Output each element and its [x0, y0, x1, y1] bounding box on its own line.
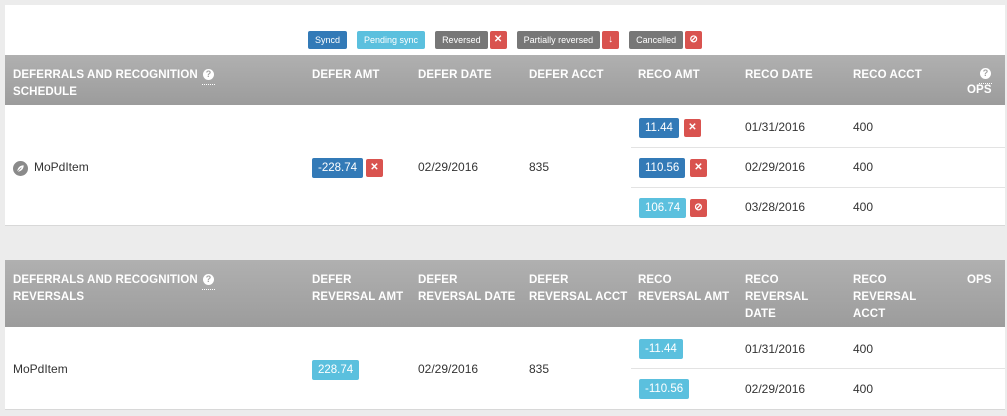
schedule-title: DEFERRALS AND RECOGNITION SCHEDULE [13, 69, 198, 98]
reversals-item-name: MoPdItem [13, 362, 68, 376]
defer-acct: 835 [529, 160, 550, 174]
legend-synced-label: Syncd [308, 31, 348, 49]
reversals-title: DEFERRALS AND RECOGNITION REVERSALS [13, 274, 198, 303]
legend-synced: Syncd [308, 31, 348, 49]
header-ops: OPS [967, 274, 992, 286]
header-defer-reversal-date: DEFER REVERSAL DATE [418, 274, 516, 303]
row-divider [631, 368, 1005, 369]
header-reco-amt: RECO AMT [638, 69, 700, 81]
header-defer-acct: DEFER ACCT [529, 69, 604, 81]
leaf-icon [13, 161, 28, 176]
defer-reversal-date: 02/29/2016 [418, 362, 479, 376]
defer-reversal-amt-badge: 228.74 [312, 360, 360, 380]
defer-date: 02/29/2016 [418, 160, 479, 174]
schedule-header-row: DEFERRALS AND RECOGNITION SCHEDULE ? DEF… [5, 55, 1005, 105]
reco-reversal-amt-badge: -110.56 [639, 379, 690, 399]
down-arrow-icon: ↓ [602, 31, 620, 49]
header-defer-amt: DEFER AMT [312, 69, 380, 81]
legend-reversed: Reversed ✕ [435, 31, 507, 49]
header-defer-date: DEFER DATE [418, 69, 492, 81]
reversals-title-header: DEFERRALS AND RECOGNITION REVERSALS [13, 272, 233, 306]
row-divider [631, 187, 1005, 188]
help-icon[interactable]: ? [202, 274, 215, 290]
reco-reversal-date: 01/31/2016 [745, 342, 806, 356]
schedule-table: DEFERRALS AND RECOGNITION SCHEDULE ? DEF… [5, 55, 1005, 226]
legend-reversed-label: Reversed [435, 31, 488, 49]
header-reco-reversal-amt: RECO REVERSAL AMT [638, 274, 730, 303]
header-defer-reversal-amt: DEFER REVERSAL AMT [312, 274, 404, 303]
reco-amt-badge: 106.74 [639, 198, 687, 218]
header-defer-reversal-acct: DEFER REVERSAL ACCT [529, 274, 628, 303]
header-reco-acct: RECO ACCT [853, 69, 922, 81]
reco-amt-badge: 11.44 [639, 118, 679, 138]
legend-pending: Pending sync [357, 31, 426, 49]
reco-acct: 400 [853, 200, 874, 214]
reco-date: 03/28/2016 [745, 200, 806, 214]
header-reco-reversal-date: RECO REVERSAL DATE [745, 274, 809, 320]
schedule-title-header: DEFERRALS AND RECOGNITION SCHEDULE [13, 67, 233, 101]
defer-amt-badge: -228.74 [312, 158, 364, 178]
ops-help-icon[interactable]: ? [979, 68, 992, 84]
x-icon[interactable]: ✕ [690, 159, 707, 177]
reco-date: 02/29/2016 [745, 160, 806, 174]
help-icon[interactable]: ? [202, 69, 215, 85]
ban-icon[interactable]: ⊘ [690, 199, 707, 217]
page: Syncd Pending sync Reversed ✕ Partially … [0, 0, 1007, 416]
reversals-header-row: DEFERRALS AND RECOGNITION REVERSALS ? DE… [5, 260, 1005, 327]
header-ops: OPS [967, 84, 992, 96]
reco-reversal-date: 02/29/2016 [745, 382, 806, 396]
reco-amt-badge: 110.56 [639, 158, 686, 178]
reco-date: 01/31/2016 [745, 120, 806, 134]
reversals-table: DEFERRALS AND RECOGNITION REVERSALS ? DE… [5, 260, 1005, 410]
legend-partially-reversed-label: Partially reversed [516, 31, 601, 49]
reco-reversal-acct: 400 [853, 342, 874, 356]
reco-reversal-acct: 400 [853, 382, 874, 396]
status-legend: Syncd Pending sync Reversed ✕ Partially … [5, 5, 1005, 55]
legend-partially-reversed: Partially reversed ↓ [516, 31, 620, 49]
header-reco-date: RECO DATE [745, 69, 813, 81]
x-icon[interactable]: ✕ [366, 159, 383, 177]
ban-icon: ⊘ [685, 31, 703, 49]
reco-acct: 400 [853, 120, 874, 134]
legend-pending-label: Pending sync [357, 31, 426, 49]
header-reco-reversal-acct: RECO REVERSAL ACCT [853, 274, 917, 320]
legend-cancelled-label: Cancelled [629, 31, 684, 49]
x-icon: ✕ [489, 31, 507, 49]
legend-cancelled: Cancelled ⊘ [629, 31, 703, 49]
row-divider [631, 147, 1005, 148]
defer-reversal-acct: 835 [529, 362, 550, 376]
x-icon[interactable]: ✕ [684, 119, 701, 137]
reco-reversal-amt-badge: -11.44 [639, 339, 683, 359]
schedule-item-name: MoPdItem [34, 160, 89, 174]
reco-acct: 400 [853, 160, 874, 174]
